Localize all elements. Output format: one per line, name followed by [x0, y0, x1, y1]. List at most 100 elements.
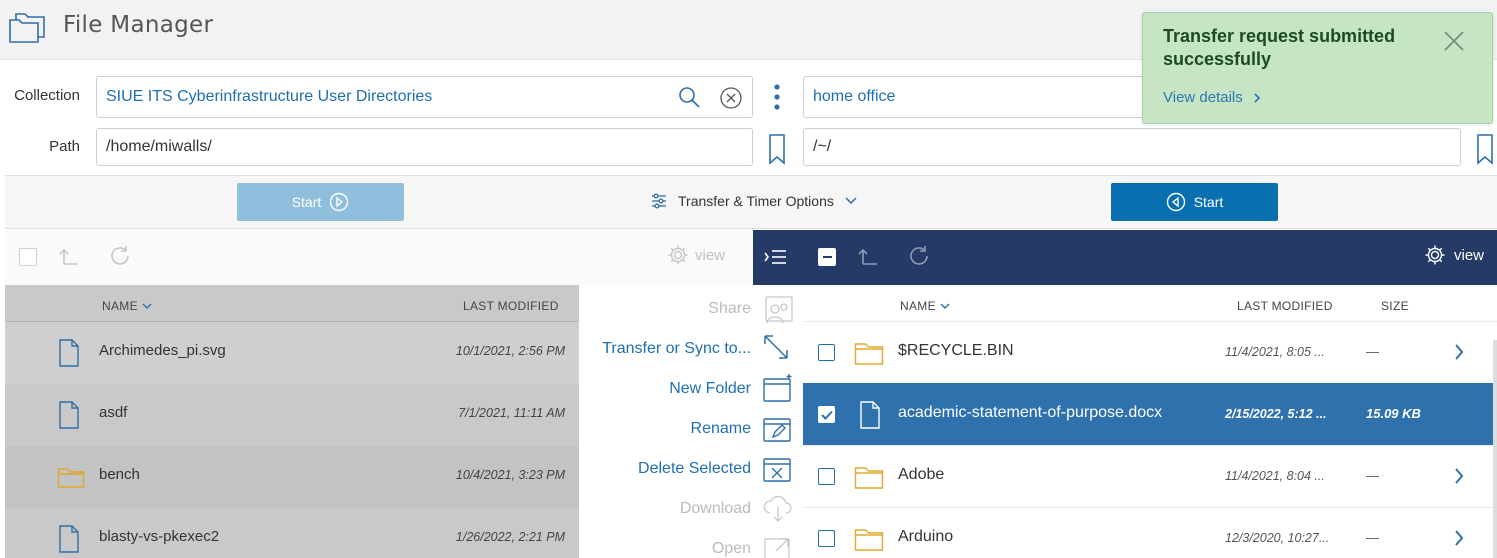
file-icon [860, 401, 880, 429]
close-icon[interactable] [1443, 30, 1465, 57]
chevron-right-icon[interactable] [1453, 342, 1465, 362]
table-row[interactable]: Adobe 11/4/2021, 8:04 ... — [803, 445, 1497, 507]
file-date: 1/26/2022, 2:21 PM [455, 530, 565, 544]
menu-item-delete[interactable]: Delete Selected [638, 460, 751, 478]
folders-icon [8, 8, 48, 44]
right-select-all-checkbox[interactable] [818, 248, 836, 266]
chevron-down-icon [845, 197, 857, 205]
chevron-right-icon [1254, 92, 1260, 103]
right-scrollbar[interactable] [1493, 340, 1497, 558]
table-row[interactable]: asdf 7/1/2021, 11:11 AM [5, 384, 579, 446]
right-view-button[interactable]: view [1424, 244, 1484, 266]
folder-icon [57, 468, 85, 488]
file-icon [59, 339, 79, 367]
left-collection-value: SIUE ITS Cyberinfrastructure User Direct… [106, 88, 433, 105]
chevron-right-icon[interactable] [1453, 466, 1465, 486]
sliders-icon [652, 193, 666, 209]
table-row[interactable]: Arduino 12/3/2020, 10:27... — [803, 507, 1497, 558]
left-path-input[interactable]: /home/miwalls/ [96, 128, 753, 166]
start-right-label: Start [1193, 194, 1224, 210]
file-icon [59, 525, 79, 553]
collection-label: Collection [14, 87, 80, 104]
collapse-menu-icon[interactable] [763, 247, 789, 272]
left-select-all-checkbox[interactable] [19, 248, 37, 266]
table-row[interactable]: Archimedes_pi.svg 10/1/2021, 2:56 PM [5, 322, 579, 384]
chevron-right-icon[interactable] [1453, 528, 1465, 548]
start-left-button[interactable]: Start [237, 183, 404, 221]
search-icon[interactable] [677, 85, 701, 109]
right-col-size-header[interactable]: SIZE [1381, 299, 1409, 313]
sort-down-icon [940, 303, 950, 309]
menu-item-transfer[interactable]: Transfer or Sync to... [602, 340, 751, 358]
file-name: $RECYCLE.BIN [898, 342, 1014, 359]
right-up-folder-icon[interactable] [857, 246, 879, 271]
file-date: 12/3/2020, 10:27... [1225, 531, 1330, 545]
right-bookmark-icon[interactable] [1476, 133, 1494, 165]
right-collection-value: home office [813, 88, 896, 105]
row-checkbox[interactable] [818, 468, 835, 485]
file-name: academic-statement-of-purpose.docx [898, 404, 1163, 421]
left-path-value: /home/miwalls/ [106, 138, 212, 155]
menu-item-new-folder[interactable]: New Folder [669, 380, 751, 398]
play-left-icon [1166, 192, 1185, 212]
row-checkbox-checked[interactable] [818, 406, 835, 423]
file-name: Archimedes_pi.svg [99, 342, 226, 359]
rename-icon [763, 418, 791, 442]
left-gear-icon [668, 245, 688, 265]
more-options-icon[interactable] [772, 83, 782, 113]
right-col-modified-header[interactable]: LAST MODIFIED [1237, 299, 1333, 313]
view-details-label: View details [1163, 89, 1243, 106]
check-icon [820, 410, 833, 420]
left-view-label: view [695, 246, 726, 264]
table-row[interactable]: $RECYCLE.BIN 11/4/2021, 8:05 ... — [803, 321, 1497, 383]
left-col-name-header[interactable]: NAME [102, 299, 152, 313]
right-refresh-icon[interactable] [907, 244, 931, 273]
path-label: Path [49, 138, 80, 155]
file-date: 10/1/2021, 2:56 PM [455, 344, 565, 358]
bookmark-icon[interactable] [768, 133, 786, 165]
left-up-folder-icon[interactable] [58, 246, 80, 271]
row-checkbox[interactable] [818, 344, 835, 361]
table-row-selected[interactable]: academic-statement-of-purpose.docx 2/15/… [803, 383, 1497, 445]
left-view-button[interactable]: view [667, 244, 725, 266]
folder-icon [854, 343, 884, 365]
menu-item-download: Download [679, 500, 751, 517]
menu-item-share: Share [708, 300, 751, 317]
transfer-options-toggle[interactable]: Transfer & Timer Options [650, 192, 858, 210]
right-path-input[interactable]: /~/ [803, 128, 1461, 166]
action-menu: Share Transfer or Sync to... New Folder … [579, 285, 803, 558]
start-right-button[interactable]: Start [1111, 183, 1278, 221]
file-name: Adobe [898, 466, 945, 483]
clear-icon[interactable] [719, 86, 743, 110]
row-checkbox[interactable] [818, 530, 835, 547]
sort-down-icon [142, 303, 152, 309]
menu-item-open: Open [711, 540, 751, 557]
toast-message: Transfer request submitted successfully [1163, 26, 1396, 69]
left-refresh-icon[interactable] [108, 244, 132, 273]
open-icon [764, 538, 790, 558]
file-name: blasty-vs-pkexec2 [99, 528, 220, 545]
file-size: — [1366, 468, 1379, 483]
file-date: 10/4/2021, 3:23 PM [455, 468, 565, 482]
left-col-name-text: NAME [102, 299, 138, 313]
file-date: 11/4/2021, 8:05 ... [1225, 345, 1325, 359]
file-name: asdf [99, 404, 128, 421]
file-date: 2/15/2022, 5:12 ... [1225, 407, 1327, 421]
page-title: File Manager [63, 12, 214, 38]
menu-item-rename[interactable]: Rename [691, 420, 751, 438]
view-details-link[interactable]: View details [1163, 89, 1261, 106]
table-row[interactable]: blasty-vs-pkexec2 1/26/2022, 2:21 PM [5, 508, 579, 558]
left-collection-input[interactable]: SIUE ITS Cyberinfrastructure User Direct… [96, 76, 753, 118]
left-col-modified-header[interactable]: LAST MODIFIED [463, 299, 559, 313]
folder-icon [854, 529, 884, 551]
play-right-icon [330, 192, 349, 212]
right-path-value: /~/ [813, 138, 832, 155]
table-row[interactable]: bench 10/4/2021, 3:23 PM [5, 446, 579, 508]
file-name: bench [99, 466, 140, 483]
start-left-label: Start [291, 194, 322, 210]
success-toast: Transfer request submitted successfully … [1142, 12, 1493, 124]
share-icon [765, 296, 793, 324]
right-col-name-header[interactable]: NAME [900, 299, 950, 313]
transfer-options-label: Transfer & Timer Options [678, 193, 834, 209]
file-name: Arduino [898, 528, 954, 545]
